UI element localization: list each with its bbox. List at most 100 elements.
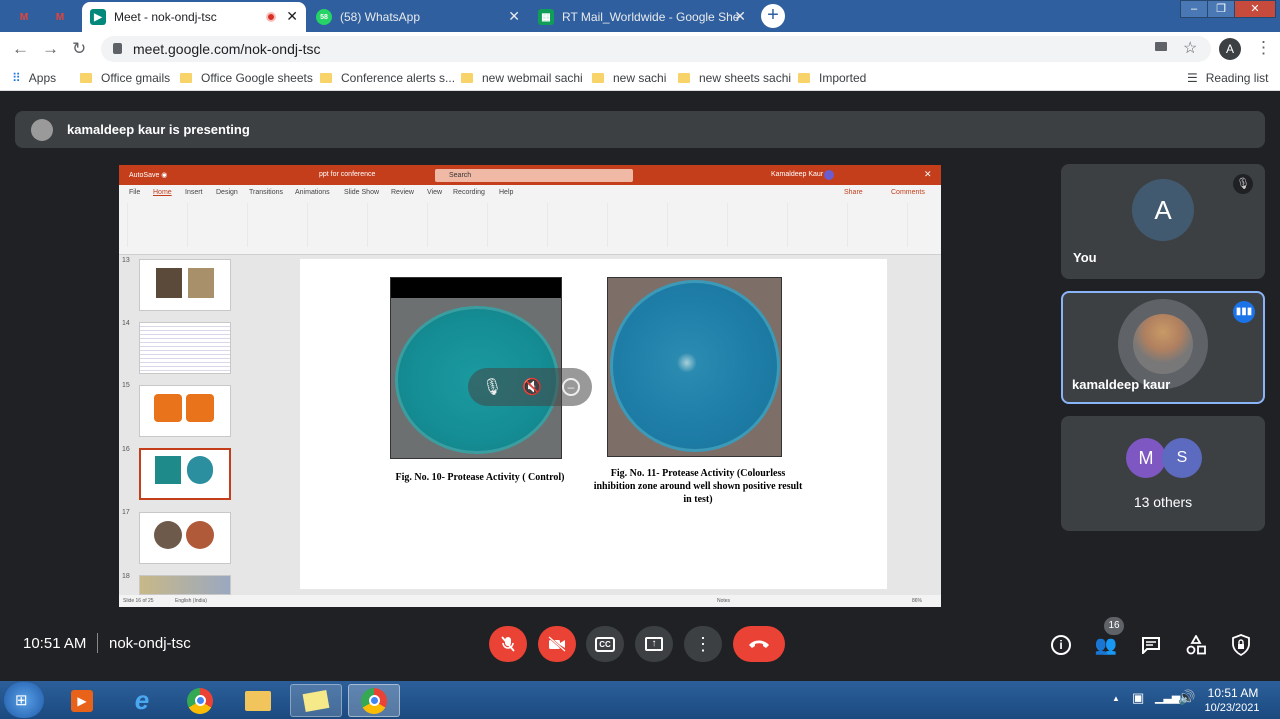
close-icon[interactable]: ✕ — [734, 9, 746, 23]
petri-image-test — [607, 277, 782, 457]
star-icon[interactable]: ☆ — [1183, 38, 1197, 58]
people-button[interactable]: 👥 16 — [1094, 617, 1124, 657]
chat-icon — [1142, 637, 1160, 654]
tab-meet[interactable]: ▶ Meet - nok-ondj-tsc ✕ — [82, 2, 306, 32]
bookmark-new-sachi[interactable]: new sachi — [592, 71, 666, 85]
taskbar-clock-time[interactable]: 10:51 AM — [1204, 686, 1262, 700]
ppt-doc-title: ppt for conference — [319, 171, 376, 178]
thumb-image — [154, 394, 182, 422]
camera-off-icon — [548, 636, 566, 652]
taskbar-chrome[interactable] — [174, 684, 226, 717]
tray-device-icon[interactable]: ▣ — [1132, 690, 1144, 706]
omnibox[interactable]: meet.google.com/nok-ondj-tsc ☆ — [101, 36, 1211, 62]
bookmark-new-sheets-sachi[interactable]: new sheets sachi — [678, 71, 791, 85]
taskbar-internet-explorer[interactable]: e — [116, 684, 168, 717]
tab-gmail-1[interactable]: M — [8, 2, 44, 32]
profile-avatar[interactable]: A — [1219, 38, 1241, 60]
tray-expand-icon[interactable]: ▲ — [1112, 694, 1120, 703]
close-icon[interactable]: ✕ — [286, 9, 298, 23]
ppt-search-box[interactable]: Search — [435, 169, 633, 182]
start-button[interactable]: ⊞ — [4, 682, 44, 718]
bookmark-office-google-sheets[interactable]: Office Google sheets — [180, 71, 313, 85]
media-player-icon: ▶ — [71, 689, 93, 712]
slide-thumbnails: 13 14 15 16 17 18 — [119, 255, 251, 595]
activities-button[interactable] — [1184, 633, 1208, 657]
new-tab-button[interactable]: + — [761, 4, 785, 28]
minimize-button[interactable]: – — [1180, 0, 1208, 18]
folder-icon — [80, 73, 92, 83]
info-icon: i — [1051, 635, 1071, 655]
presenter-avatar — [31, 119, 53, 141]
participant-name: kamaldeep kaur — [1072, 377, 1171, 392]
sheets-icon: ▦ — [538, 9, 554, 25]
participant-name: You — [1073, 250, 1097, 265]
avatar: S — [1162, 438, 1202, 478]
captions-button[interactable]: CC — [586, 626, 624, 662]
status-slide-count: Slide 16 of 25 — [123, 598, 154, 604]
taskbar-file-explorer[interactable] — [232, 684, 284, 717]
url-text[interactable]: meet.google.com/nok-ondj-tsc — [133, 41, 321, 57]
thumb-image — [186, 521, 214, 549]
tab-whatsapp[interactable]: 58 (58) WhatsApp ✕ — [308, 2, 528, 32]
thumb-image — [188, 268, 214, 298]
slide-thumb-15 — [139, 385, 231, 437]
leave-call-button[interactable] — [733, 626, 785, 662]
hangup-icon — [749, 640, 769, 648]
ppt-menu-home: Home — [153, 189, 172, 196]
remove-icon[interactable]: – — [562, 378, 580, 396]
folder-icon — [320, 73, 332, 83]
bookmark-conference-alerts[interactable]: Conference alerts s... — [320, 71, 455, 85]
participant-tile-others[interactable]: M S 13 others — [1061, 416, 1265, 531]
participant-tile-you[interactable]: A 🎙 You — [1061, 164, 1265, 279]
captions-icon: CC — [595, 636, 615, 652]
forward-icon[interactable]: → — [42, 40, 59, 58]
back-icon[interactable]: ← — [12, 40, 29, 58]
gmail-icon: M — [19, 11, 29, 23]
signal-icon[interactable]: ▁▃▅ — [1155, 691, 1180, 704]
taskbar-media-player[interactable]: ▶ — [56, 684, 108, 717]
window-close-button[interactable]: ✕ — [1234, 0, 1276, 18]
bookmark-new-webmail-sachi[interactable]: new webmail sachi — [461, 71, 583, 85]
present-button[interactable]: ↑ — [635, 626, 673, 662]
ppt-ribbon-groups — [127, 203, 933, 247]
taskbar-sticky-notes[interactable] — [290, 684, 342, 717]
present-icon: ↑ — [645, 637, 663, 651]
participant-tile-kamaldeep[interactable]: ▮▮▮ kamaldeep kaur — [1061, 291, 1265, 404]
presenting-banner: kamaldeep kaur is presenting — [15, 111, 1265, 148]
volume-off-icon[interactable]: 🔇 — [522, 377, 542, 397]
reload-icon[interactable]: ↻ — [72, 40, 86, 58]
mic-off-icon[interactable]: 🎙 — [482, 377, 502, 397]
bookmark-imported[interactable]: Imported — [798, 71, 866, 85]
slide-thumb-16 — [139, 448, 231, 500]
maximize-button[interactable]: ❐ — [1207, 0, 1235, 18]
chat-button[interactable] — [1139, 633, 1163, 657]
more-options-button[interactable]: ⋮ — [684, 626, 722, 662]
camera-toggle-button[interactable] — [538, 626, 576, 662]
thumb-number: 17 — [122, 509, 130, 516]
bookmark-apps[interactable]: ⠿ Apps — [12, 71, 56, 85]
reading-list[interactable]: ☰ Reading list — [1187, 71, 1268, 85]
caption-control: Fig. No. 10- Protease Activity ( Control… — [395, 472, 565, 483]
volume-icon[interactable]: 🔊 — [1178, 689, 1195, 706]
meeting-details-button[interactable]: i — [1049, 633, 1073, 657]
taskbar-clock-date[interactable]: 10/23/2021 — [1200, 702, 1264, 714]
tab-sheets[interactable]: ▦ RT Mail_Worldwide - Google She ✕ — [530, 2, 754, 32]
bookmark-office-gmails[interactable]: Office gmails — [80, 71, 170, 85]
reading-list-icon: ☰ — [1187, 71, 1198, 85]
taskbar-chrome-active[interactable] — [348, 684, 400, 717]
menu-kebab-icon[interactable]: ⋮ — [1255, 39, 1272, 57]
thumb-image — [155, 456, 181, 484]
tab-gmail-2[interactable]: M — [44, 2, 80, 32]
tab-label: Meet - nok-ondj-tsc — [114, 10, 217, 24]
host-controls-button[interactable] — [1229, 633, 1253, 657]
folder-icon — [461, 73, 473, 83]
sticky-notes-icon — [302, 689, 330, 712]
meeting-time: 10:51 AM — [23, 635, 87, 652]
mic-toggle-button[interactable] — [489, 626, 527, 662]
thumb-number: 14 — [122, 320, 130, 327]
camera-icon[interactable] — [1155, 42, 1167, 51]
ppt-menu-view: View — [427, 189, 443, 196]
lock-icon — [113, 43, 122, 54]
folder-icon — [245, 690, 271, 711]
close-icon[interactable]: ✕ — [508, 9, 520, 23]
